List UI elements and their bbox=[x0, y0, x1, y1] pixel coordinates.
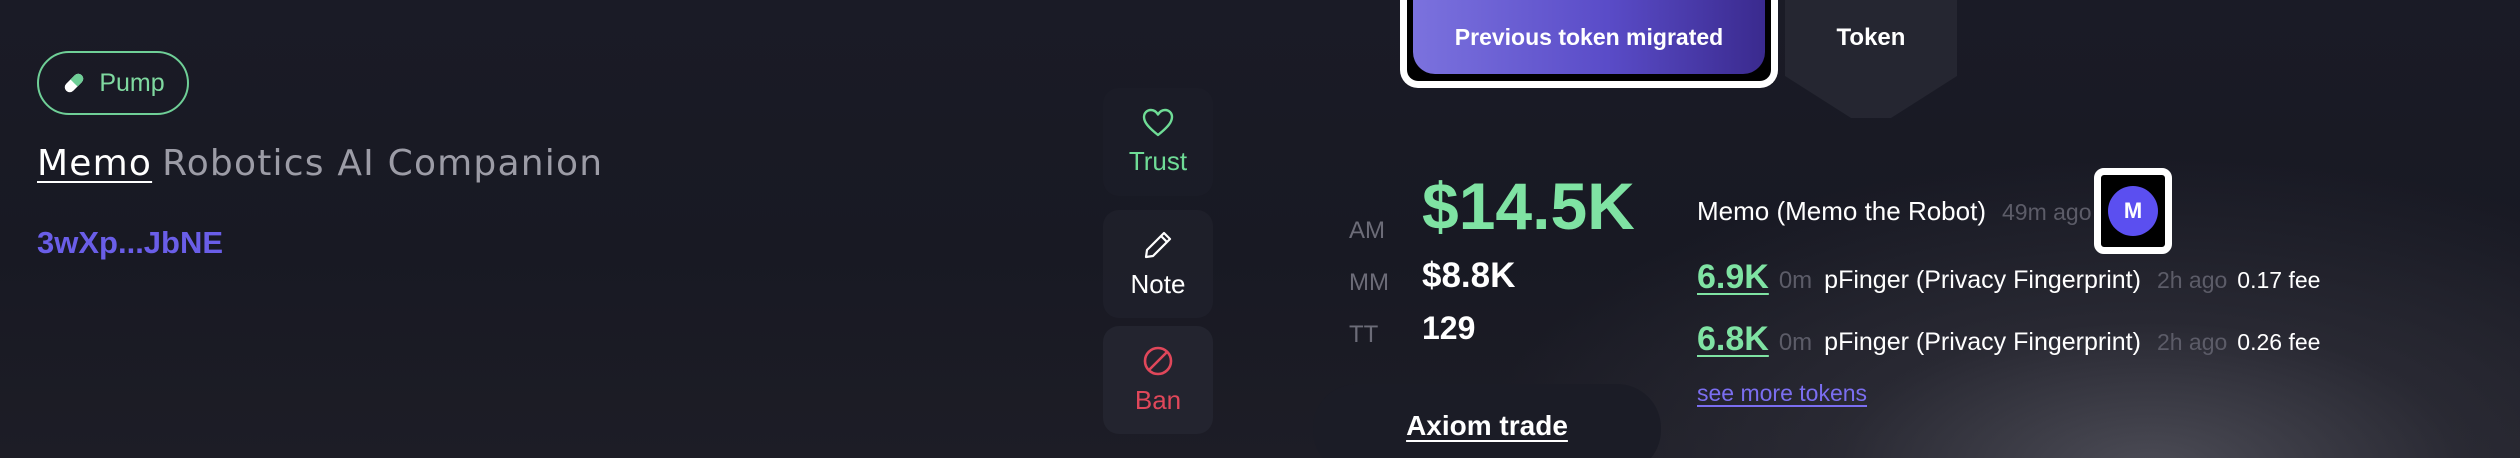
see-more-tokens-link[interactable]: see more tokens bbox=[1697, 380, 1867, 407]
token-name: Memo Robotics AI Companion bbox=[37, 143, 603, 184]
related-token-cap[interactable]: 6.9K bbox=[1697, 258, 1769, 297]
tab-token-label: Token bbox=[1836, 24, 1906, 51]
mm-label: MM bbox=[1349, 269, 1389, 296]
tab-token[interactable]: Token bbox=[1785, 0, 1957, 118]
mm-value: $8.8K bbox=[1422, 256, 1516, 295]
related-token-ago: 2h ago bbox=[2156, 329, 2228, 355]
heart-icon bbox=[1142, 108, 1174, 138]
avatar-frame[interactable]: M bbox=[2094, 168, 2172, 254]
avatar: M bbox=[2108, 186, 2158, 236]
pencil-icon bbox=[1142, 229, 1174, 261]
list-item[interactable]: 6.8K 0m pFinger (Privacy Fingerprint) 2h… bbox=[1697, 320, 2320, 359]
axiom-trade-button[interactable]: Axiom trade bbox=[1313, 384, 1661, 458]
am-value: $14.5K bbox=[1422, 169, 1635, 243]
am-label: AM bbox=[1349, 217, 1385, 244]
related-token-cap[interactable]: 6.8K bbox=[1697, 320, 1769, 359]
token-ticker[interactable]: Memo bbox=[37, 143, 152, 184]
token-panel: Pump Memo Robotics AI Companion 3wXp...Jb… bbox=[0, 0, 2520, 458]
tab-previous-token[interactable]: Previous token migrated bbox=[1400, 0, 1778, 88]
related-token-ago: 2h ago bbox=[2156, 267, 2228, 293]
ban-icon bbox=[1142, 345, 1174, 377]
note-button[interactable]: Note bbox=[1103, 210, 1213, 318]
related-token-age: 0m bbox=[1778, 329, 1813, 356]
note-label: Note bbox=[1130, 268, 1186, 299]
list-item[interactable]: 6.9K 0m pFinger (Privacy Fingerprint) 2h… bbox=[1697, 258, 2320, 297]
related-token-fee: 0.17 fee bbox=[2237, 267, 2321, 293]
tt-value: 129 bbox=[1422, 310, 1476, 346]
related-token-ago: 49m ago bbox=[2001, 199, 2092, 225]
pump-badge-label: Pump bbox=[99, 68, 165, 97]
pump-badge[interactable]: Pump bbox=[37, 51, 189, 115]
ban-label: Ban bbox=[1134, 384, 1182, 415]
ban-button[interactable]: Ban bbox=[1103, 326, 1213, 434]
trust-button[interactable]: Trust bbox=[1103, 88, 1213, 196]
related-token-name: Memo (Memo the Robot) bbox=[1697, 196, 1986, 226]
related-token-main[interactable]: Memo (Memo the Robot) 49m ago bbox=[1697, 196, 2092, 227]
related-token-age: 0m bbox=[1778, 267, 1813, 294]
axiom-trade-label: Axiom trade bbox=[1406, 410, 1568, 441]
related-token-name: pFinger (Privacy Fingerprint) bbox=[1824, 328, 2141, 356]
pill-icon bbox=[61, 70, 87, 96]
tt-label: TT bbox=[1349, 321, 1379, 348]
token-full-name: Robotics AI Companion bbox=[162, 143, 604, 184]
tab-previous-token-label: Previous token migrated bbox=[1413, 0, 1765, 74]
related-token-fee: 0.26 fee bbox=[2237, 329, 2321, 355]
related-token-name: pFinger (Privacy Fingerprint) bbox=[1824, 266, 2141, 294]
trust-label: Trust bbox=[1128, 145, 1188, 176]
token-address[interactable]: 3wXp...JbNE bbox=[37, 225, 223, 261]
